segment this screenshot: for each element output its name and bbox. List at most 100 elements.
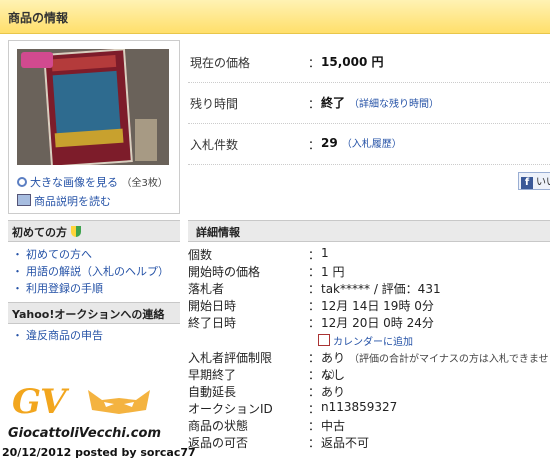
sidebar-link-glossary[interactable]: ・用語の解説（入札のヘルプ） (12, 263, 169, 279)
detail-label: 自動延長 (188, 385, 237, 399)
detail-label: 入札者評価制限 (188, 351, 273, 365)
toy-logo-image (21, 52, 53, 68)
detail-value: なし (321, 368, 346, 382)
colon: ： (308, 138, 321, 152)
detail-value: あり (321, 351, 346, 365)
calendar-link-text[interactable]: カレンダーに追加 (333, 337, 413, 348)
detail-row: 開始日時 ： 12月 14日 19時 0分 (188, 297, 550, 314)
detail-label: 終了日時 (188, 316, 237, 330)
colon: ： (308, 385, 321, 399)
summary-row-bids: 入札件数 ： 29 （入札履歴） (188, 124, 550, 165)
facebook-icon: f (521, 177, 533, 189)
bids-cell: 29 （入札履歴） (321, 135, 402, 150)
bids-label: 入札件数 (190, 138, 239, 152)
colon: ： (308, 56, 321, 70)
bullet: ・ (12, 329, 23, 342)
facebook-like-button[interactable]: fいい (518, 172, 550, 190)
detail-row: 落札者 ： tak***** / 評価：431 (188, 280, 550, 297)
detail-row: 個数 ： 1 (188, 246, 550, 263)
detail-label: 早期終了 (188, 368, 237, 382)
time-left-label: 残り時間 (190, 97, 239, 111)
time-left-cell: 終了 （詳細な残り時間） (321, 94, 439, 111)
detail-row: 自動延長 ：あり (188, 383, 550, 400)
post-credit: 20/12/2012 posted by sorcac77 (2, 446, 196, 459)
detail-row: 商品の状態 ：中古 (188, 417, 550, 434)
bullet: ・ (12, 265, 23, 278)
colon: ： (308, 97, 321, 111)
contact-title: Yahoo!オークションへの連絡 (12, 308, 165, 321)
current-price: 15,000 円 (321, 55, 384, 69)
colon: ： (308, 436, 321, 450)
detail-value: 12月 20日 0時 24分 (321, 316, 434, 330)
detail-value: 12月 14日 19時 0分 (321, 299, 434, 313)
image-links: 大きな画像を見る （全3枚） 商品説明を読む (17, 174, 168, 211)
time-left-value: 終了 (321, 96, 346, 110)
details-section-header: 詳細情報 (188, 220, 550, 242)
detail-value: 1 円 (321, 265, 345, 279)
first-time-section-header: 初めての方 (8, 220, 180, 242)
detail-label: 開始日時 (188, 299, 237, 313)
detail-row: オークションID ： n113859327 (188, 400, 550, 417)
detail-label: 返品の可否 (188, 436, 249, 450)
bullet: ・ (12, 282, 23, 295)
colon: ： (308, 299, 321, 313)
beginner-mark-icon (71, 226, 81, 237)
magnifier-icon (17, 177, 27, 187)
detail-value: 1 (321, 246, 329, 260)
watermark-logo: GV (12, 382, 66, 422)
item-photo[interactable] (17, 49, 169, 165)
glossary-link-text[interactable]: 用語の解説（入札のヘルプ） (26, 265, 169, 278)
detail-value: あり (321, 385, 346, 399)
bid-history-link[interactable]: （入札履歴） (342, 139, 402, 150)
toy-box-top (51, 54, 117, 72)
detail-row: 開始時の価格 ： 1 円 (188, 263, 550, 280)
sidebar-link-registration[interactable]: ・利用登録の手順 (12, 280, 103, 296)
toy-box-image (43, 49, 133, 165)
colon: ： (308, 282, 321, 296)
colon: ： (308, 351, 321, 365)
detail-value: 返品不可 (321, 436, 370, 450)
detail-value: 中古 (321, 419, 346, 433)
header-title: 商品の情報 (8, 11, 69, 25)
first-time-link-text[interactable]: 初めての方へ (26, 248, 92, 261)
summary-row-price: 現在の価格 ： 15,000 円 (188, 42, 550, 83)
detail-row: 終了日時 ： 12月 20日 0時 24分 (188, 314, 550, 331)
detail-label: オークションID (188, 402, 273, 416)
read-description-link[interactable]: 商品説明を読む (34, 195, 111, 208)
report-link-text[interactable]: 違反商品の申告 (26, 329, 103, 342)
detail-row: 返品の可否 ：返品不可 (188, 434, 550, 451)
bullet: ・ (12, 248, 23, 261)
detail-label: 個数 (188, 248, 213, 262)
colon: ： (308, 265, 321, 279)
watermark: GV GiocattoliVecchi.com (8, 382, 168, 454)
first-time-title: 初めての方 (12, 226, 67, 239)
sidebar-link-first-time[interactable]: ・初めての方へ (12, 246, 92, 262)
book-icon (17, 194, 31, 206)
facebook-like-label: いい (536, 177, 550, 188)
winner-value: tak***** / 評価：431 (321, 282, 441, 296)
time-left-detail-link[interactable]: （詳細な残り時間） (349, 99, 439, 110)
sidebar-link-report[interactable]: ・違反商品の申告 (12, 327, 103, 343)
auction-id: n113859327 (321, 400, 398, 414)
bid-count: 29 (321, 136, 338, 150)
view-large-image-link[interactable]: 大きな画像を見る (30, 176, 118, 189)
summary-row-time-left: 残り時間 ： 終了 （詳細な残り時間） (188, 83, 550, 124)
colon: ： (308, 248, 321, 262)
add-to-calendar-link[interactable]: カレンダーに追加 (318, 333, 413, 348)
detail-label: 開始時の価格 (188, 265, 261, 279)
colon: ： (308, 419, 321, 433)
contact-section-header: Yahoo!オークションへの連絡 (8, 302, 180, 324)
toy-box-art (52, 70, 121, 136)
calendar-icon (318, 334, 330, 346)
details-title: 詳細情報 (196, 226, 240, 239)
detail-row: 早期終了 ：なし (188, 366, 550, 383)
image-count: （全3枚） (121, 178, 168, 189)
price-label: 現在の価格 (190, 56, 251, 70)
item-info-header: 商品の情報 (0, 0, 550, 34)
watermark-site: GiocattoliVecchi.com (8, 426, 161, 441)
first-time-header-text: 初めての方 (12, 224, 81, 240)
detail-label: 落札者 (188, 282, 225, 296)
registration-link-text[interactable]: 利用登録の手順 (26, 282, 103, 295)
colon: ： (308, 368, 321, 382)
item-image-panel: 大きな画像を見る （全3枚） 商品説明を読む (8, 40, 180, 214)
